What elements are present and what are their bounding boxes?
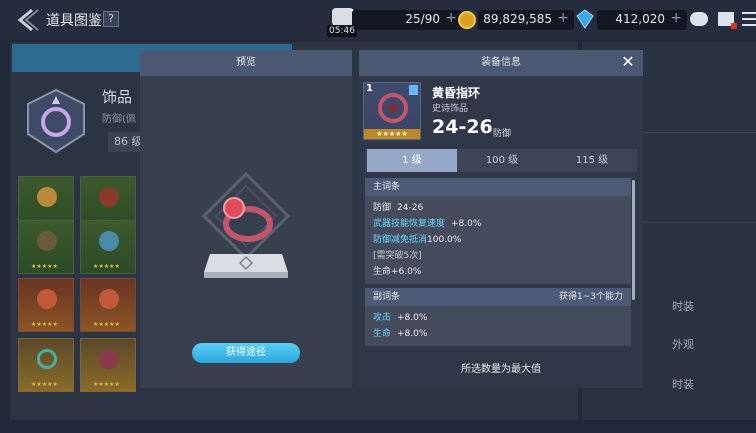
tab-level-1[interactable]: 1 级 [367, 149, 457, 172]
level-tabs: 1 级 100 级 115 级 [365, 149, 637, 172]
item-stars: ★★★★★ [93, 263, 120, 270]
stat-value: +6.0% [391, 267, 422, 277]
item-name: 黄昏指环 [432, 86, 481, 100]
acquire-route-button[interactable]: 获得途径 [192, 343, 300, 363]
item-thumbnail: 1 ★★★★★ [363, 82, 421, 140]
item-stars: ★★★★★ [31, 381, 58, 388]
sidebar-item-label[interactable]: 外观 [672, 336, 694, 352]
item-defense-label: 防御 [493, 129, 512, 139]
category-subtitle: 防御(佩 [102, 114, 136, 125]
item-icon [37, 231, 57, 251]
tab-level-100[interactable]: 100 级 [457, 149, 547, 172]
main-stats-list: 防御 24-26 武器技能恢复速度 +8.0% 防御减免抵消100.0% [需突破5… [365, 196, 631, 284]
equip-info-header: 装备信息 ✕ [359, 50, 643, 76]
stamina-plus-icon[interactable]: + [445, 10, 457, 26]
item-icon [99, 187, 119, 207]
bookmark-icon [409, 85, 418, 95]
preview-panel: 预览 获得途径 [140, 50, 352, 388]
item-icon [37, 349, 57, 369]
menu-icon[interactable] [742, 12, 756, 26]
ring-preview-model[interactable] [196, 170, 296, 282]
stats-scrollbar[interactable] [632, 180, 635, 300]
stat-row: 攻击 +8.0% [373, 310, 623, 326]
stat-value: +8.0% [451, 219, 482, 229]
grid-item[interactable]: ★★★★★ [18, 338, 74, 392]
top-bar: 道具图鉴 ? 25/90 + 05:46 89,829,585 + 412,02… [0, 0, 756, 40]
sub-stats-header: 副词条 获得1~3个能力 [365, 288, 631, 306]
mail-alert-dot [731, 23, 737, 29]
item-stars: ★★★★★ [31, 263, 58, 270]
sidebar-item-label[interactable]: 时装 [672, 298, 694, 314]
stat-row: 防御 24-26 [373, 200, 623, 216]
item-thumb-level: 1 [366, 83, 373, 94]
ring-icon [378, 93, 408, 123]
sub-stats-title: 副词条 [373, 292, 401, 302]
stat-value: +8.0% [397, 329, 428, 339]
gem-plus-icon[interactable]: + [670, 10, 682, 26]
main-stats-header: 主词条 [365, 178, 631, 196]
stat-name: 生命 [373, 267, 392, 277]
stat-value: 100.0% [427, 235, 462, 245]
grid-item[interactable]: ★★★★★ [18, 278, 74, 332]
stats-scroll-area[interactable]: 主词条 防御 24-26 武器技能恢复速度 +8.0% 防御减免抵消100.0% [… [365, 178, 631, 348]
page-title: 道具图鉴 [46, 13, 102, 29]
stat-value: +8.0% [397, 313, 428, 323]
grid-item[interactable]: ★★★★★ [80, 278, 136, 332]
stat-row: 生命 +8.0% [373, 326, 623, 342]
accessory-badge-icon [27, 88, 85, 154]
app-root: 道具图鉴 ? 25/90 + 05:46 89,829,585 + 412,02… [0, 0, 756, 433]
stat-row: 武器技能恢复速度 +8.0% [373, 216, 623, 232]
chat-icon[interactable] [690, 12, 708, 26]
stamina-value: 25/90 [405, 12, 440, 26]
gem-counter: 412,020 + [597, 10, 687, 30]
stat-requirement-note: [需突破5次] [373, 251, 422, 261]
item-thumb-stars: ★★★★★ [364, 129, 420, 139]
category-title: 饰品 [102, 88, 133, 106]
item-icon [37, 289, 57, 309]
item-grade: 史诗饰品 [432, 104, 469, 114]
help-button[interactable]: ? [103, 11, 119, 27]
stat-value: 24-26 [397, 203, 424, 213]
gold-plus-icon[interactable]: + [557, 10, 569, 26]
close-icon[interactable]: ✕ [619, 53, 637, 71]
equip-info-title: 装备信息 [481, 57, 521, 68]
stat-name: 生命 [373, 329, 392, 339]
stamina-timer: 05:46 [327, 25, 357, 37]
sub-stats-list: 攻击 +8.0% 生命 +8.0% [365, 306, 631, 346]
main-stats-title: 主词条 [373, 182, 401, 192]
grid-item[interactable]: ★★★★★ [80, 338, 136, 392]
stamina-counter: 25/90 + [352, 10, 462, 30]
preview-title: 预览 [140, 50, 352, 76]
gem-icon [576, 9, 594, 29]
item-stars: ★★★★★ [31, 321, 58, 328]
gold-value: 89,829,585 [483, 12, 552, 26]
item-icon [99, 289, 119, 309]
category-level: 86 级 [108, 132, 144, 152]
max-quantity-message: 所选数量为最大值 [461, 364, 541, 375]
stat-name: 武器技能恢复速度 [373, 219, 446, 229]
stamina-icon [332, 8, 354, 26]
item-stars: ★★★★★ [93, 381, 120, 388]
stat-row: 生命+6.0% [373, 264, 623, 280]
sub-stats-note: 获得1~3个能力 [559, 292, 623, 302]
item-icon [99, 231, 119, 251]
grid-item[interactable]: ★★★★★ [80, 220, 136, 274]
tab-level-115[interactable]: 115 级 [547, 149, 637, 172]
item-icon [99, 349, 119, 369]
back-icon[interactable] [14, 8, 40, 32]
item-stars: ★★★★★ [93, 321, 120, 328]
grid-item[interactable]: ★★★★★ [18, 220, 74, 274]
item-icon [37, 187, 57, 207]
stat-name: 防御减免抵消 [373, 235, 428, 245]
gold-counter: 89,829,585 + [478, 10, 574, 30]
mail-icon[interactable] [718, 12, 737, 29]
gem-value: 412,020 [615, 12, 665, 26]
stat-name: 攻击 [373, 313, 392, 323]
stat-row: 防御减免抵消100.0% [373, 232, 623, 248]
sidebar-item-label[interactable]: 时装 [672, 376, 694, 392]
equip-info-panel: 装备信息 ✕ 1 ★★★★★ 黄昏指环 史诗饰品 24-26 防御 1 级 10… [359, 50, 643, 388]
item-defense-range: 24-26 [432, 116, 493, 138]
gold-coin-icon [458, 11, 476, 29]
stat-name: 防御 [373, 203, 392, 213]
